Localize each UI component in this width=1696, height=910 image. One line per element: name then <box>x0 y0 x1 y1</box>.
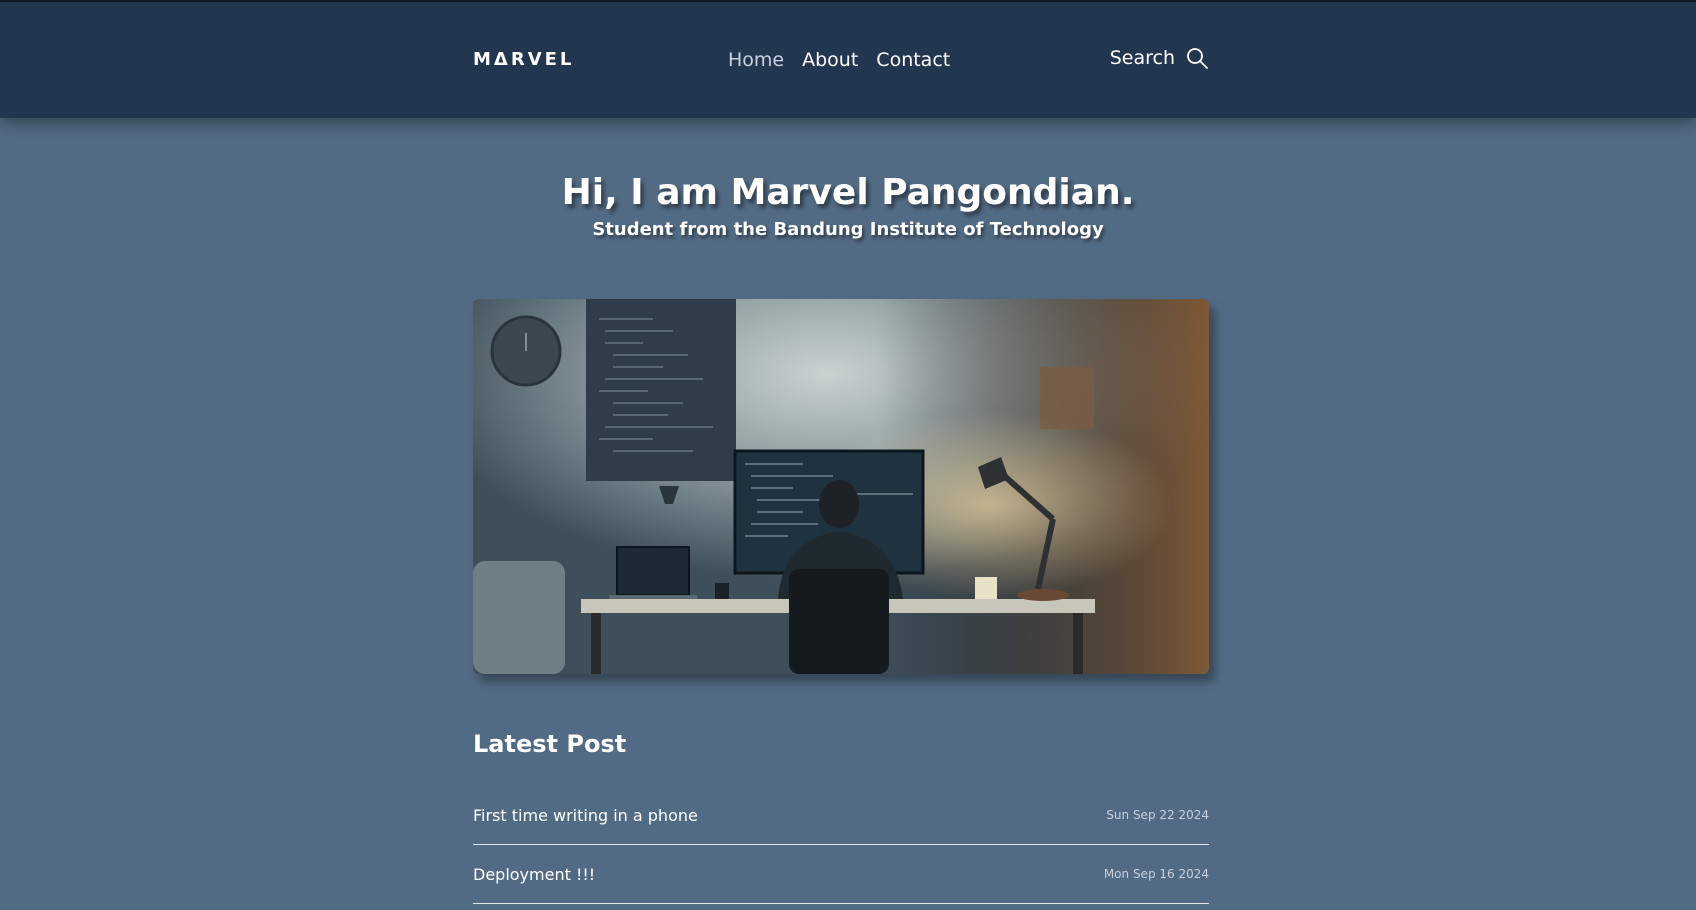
search-button[interactable]: Search <box>1110 46 1209 70</box>
latest-posts-heading: Latest Post <box>473 730 627 758</box>
hero-subtitle: Student from the Bandung Institute of Te… <box>592 219 1104 240</box>
search-icon <box>1185 46 1209 70</box>
post-title[interactable]: Deployment !!! <box>473 865 595 884</box>
post-item[interactable]: Deployment !!! Mon Sep 16 2024 <box>473 845 1209 904</box>
post-item[interactable]: First time writing in a phone Sun Sep 22… <box>473 786 1209 845</box>
hero: Hi, I am Marvel Pangondian. Student from… <box>0 172 1696 240</box>
post-title[interactable]: First time writing in a phone <box>473 806 698 825</box>
nav-link-home[interactable]: Home <box>728 49 784 71</box>
nav-links: Home About Contact <box>728 49 950 71</box>
nav-link-about[interactable]: About <box>802 49 858 71</box>
search-label: Search <box>1109 47 1175 69</box>
hero-image <box>473 299 1209 674</box>
post-date: Mon Sep 16 2024 <box>1103 867 1209 881</box>
navbar: MΔRVEL Home About Contact Search <box>0 2 1696 118</box>
post-date: Sun Sep 22 2024 <box>1106 808 1209 822</box>
nav-link-contact[interactable]: Contact <box>876 49 950 71</box>
latest-posts: Latest Post First time writing in a phon… <box>473 730 1209 904</box>
site-logo[interactable]: MΔRVEL <box>473 49 574 70</box>
navbar-inner: MΔRVEL Home About Contact Search <box>473 2 1209 118</box>
hero-title: Hi, I am Marvel Pangondian. <box>561 172 1135 213</box>
